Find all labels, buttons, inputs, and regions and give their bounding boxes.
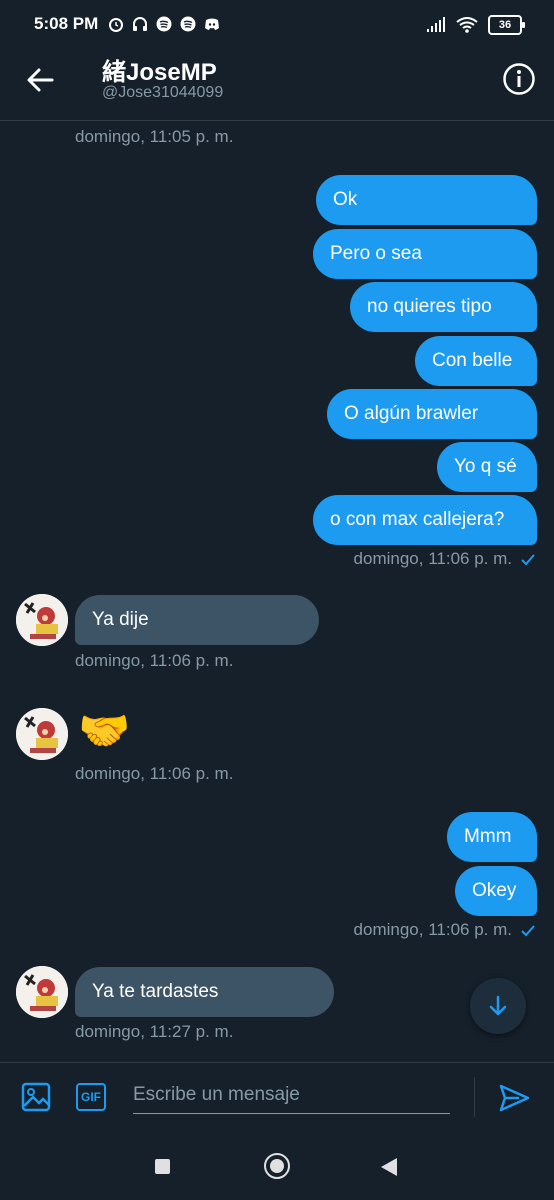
outgoing-message[interactable]: Con belle	[415, 336, 537, 386]
conversation-title: 緒JoseMP	[102, 59, 217, 86]
user-handle: @Jose31044099	[102, 84, 224, 101]
message-composer: GIF	[0, 1062, 554, 1131]
home-button[interactable]	[264, 1153, 290, 1179]
outgoing-message[interactable]: Okey	[455, 866, 537, 916]
avatar-image	[16, 708, 68, 760]
outgoing-message[interactable]: o con max callejera?	[313, 495, 537, 545]
gif-button[interactable]: GIF	[76, 1083, 106, 1111]
back-arrow-icon[interactable]	[22, 62, 58, 98]
outgoing-message[interactable]: O algún brawler	[327, 389, 537, 439]
discord-icon	[205, 18, 219, 30]
message-timestamp-row: domingo, 11:06 p. m.	[354, 549, 536, 569]
image-icon[interactable]	[20, 1081, 52, 1113]
message-timestamp-row: domingo, 11:06 p. m.	[354, 920, 536, 940]
outgoing-message[interactable]: Yo q sé	[437, 442, 537, 492]
status-bar: 5:08 PM 36	[0, 0, 554, 50]
message-timestamp: domingo, 11:06 p. m.	[75, 764, 234, 783]
outgoing-message[interactable]: no quieres tipo	[350, 282, 537, 332]
avatar-image	[16, 966, 68, 1018]
spotify-icon	[156, 16, 172, 32]
wifi-icon	[456, 17, 478, 33]
message-timestamp: domingo, 11:06 p. m.	[75, 651, 234, 670]
battery-indicator: 36	[488, 15, 525, 35]
avatar-image	[16, 594, 68, 646]
avatar[interactable]	[16, 966, 68, 1018]
read-check-icon	[521, 924, 535, 936]
arrow-down-icon	[489, 995, 507, 1016]
emoji-message[interactable]: 🤝	[78, 705, 130, 757]
message-timestamp: domingo, 11:06 p. m.	[353, 549, 512, 568]
notification-icons	[108, 16, 220, 32]
outgoing-message[interactable]: Pero o sea	[313, 229, 537, 279]
avatar[interactable]	[16, 708, 68, 760]
system-icons: 36	[426, 15, 525, 35]
outgoing-message[interactable]: Ok	[316, 175, 537, 225]
status-time: 5:08 PM	[34, 14, 99, 33]
scroll-to-bottom-button[interactable]	[470, 978, 526, 1034]
message-input[interactable]	[133, 1077, 450, 1114]
message-list[interactable]: domingo, 11:05 p. m. Ok Pero o sea no qu…	[0, 121, 554, 1061]
message-timestamp: domingo, 11:06 p. m.	[353, 920, 512, 939]
incoming-message[interactable]: Ya te tardastes	[75, 967, 334, 1017]
conversation-header: 緒JoseMP @Jose31044099	[0, 50, 554, 121]
spotify-icon	[180, 16, 196, 32]
message-timestamp: domingo, 11:05 p. m.	[75, 127, 234, 146]
back-button[interactable]	[381, 1158, 397, 1176]
read-check-icon	[521, 553, 535, 565]
alarm-icon	[109, 18, 123, 32]
avatar[interactable]	[16, 594, 68, 646]
send-icon[interactable]	[497, 1081, 531, 1115]
system-navigation-bar	[0, 1130, 554, 1200]
incoming-message[interactable]: Ya dije	[75, 595, 319, 645]
signal-icon	[427, 17, 445, 32]
headphones-icon	[133, 17, 147, 31]
composer-divider	[474, 1077, 475, 1117]
info-icon[interactable]	[502, 62, 536, 96]
outgoing-message[interactable]: Mmm	[447, 812, 537, 862]
message-timestamp: domingo, 11:27 p. m.	[75, 1022, 234, 1041]
recents-button[interactable]	[155, 1159, 170, 1174]
